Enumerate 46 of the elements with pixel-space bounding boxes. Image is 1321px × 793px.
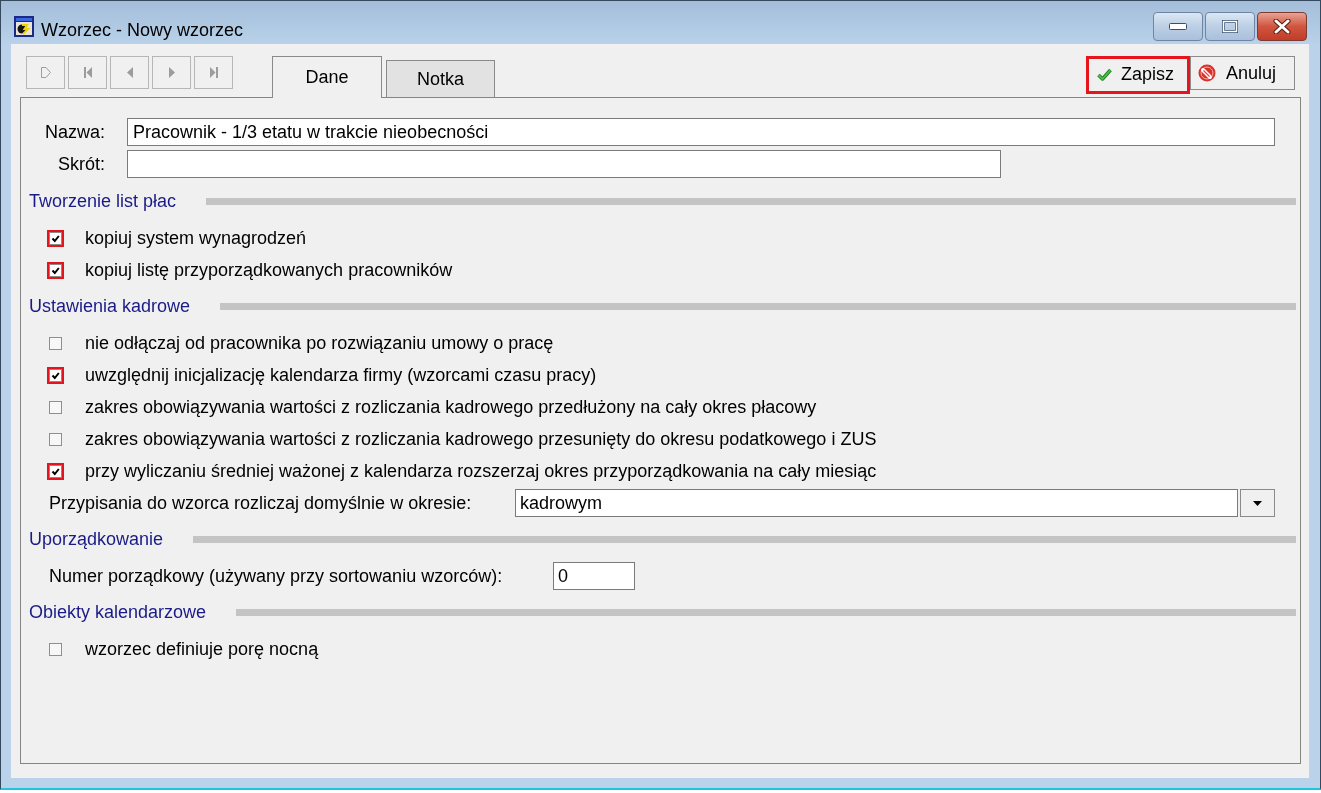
checkbox-label: kopiuj listę przyporządkowanych pracowników	[85, 259, 453, 281]
tab[interactable]: Notka	[386, 60, 495, 97]
dropdown-field[interactable]: kadrowym	[515, 489, 1238, 517]
field-label: Numer porządkowy (używany przy sortowaniu wzorców):	[49, 565, 504, 587]
checkbox[interactable]	[49, 336, 62, 350]
text-field[interactable]: Pracownik - 1/3 etatu w trakcie nieobecności	[127, 118, 1275, 146]
checkbox[interactable]	[47, 229, 64, 247]
field-label: Skrót:	[57, 153, 105, 175]
field-label: Nazwa:	[43, 121, 105, 143]
close-icon	[1273, 19, 1291, 34]
first-button[interactable]	[68, 56, 107, 89]
cancel-button[interactable]: Anuluj	[1190, 56, 1295, 90]
app-icon	[14, 16, 34, 37]
checkbox[interactable]	[49, 432, 62, 446]
check-icon	[1097, 67, 1112, 81]
field-label: Przypisania do wzorca rozliczaj domyślnie w okresie:	[49, 492, 473, 514]
section-title: Ustawienia kadrowe	[29, 295, 191, 317]
checkbox-label: zakres obowiązywania wartości z rozliczania kadrowego przesunięty do okresu podatkowego i ZUS	[85, 428, 877, 450]
last-button[interactable]	[194, 56, 233, 89]
section-title: Obiekty kalendarzowe	[29, 601, 207, 623]
checkbox-label: nie odłączaj od pracownika po rozwiązaniu umowy o pracę	[85, 332, 554, 354]
tab[interactable]: Dane	[272, 56, 382, 98]
section-title: Uporządkowanie	[29, 528, 164, 550]
checkbox-label: przy wyliczaniu średniej ważonej z kalendarza rozszerzaj okres przyporządkowania na cały miesiąc	[85, 460, 877, 482]
section-title: Tworzenie list płac	[29, 190, 177, 212]
maximize-icon	[1222, 20, 1238, 33]
checkbox-label: kopiuj system wynagrodzeń	[85, 227, 307, 249]
number-field[interactable]: 0	[553, 562, 635, 590]
checkbox-label: zakres obowiązywania wartości z rozliczania kadrowego przedłużony na cały okres płacowy	[85, 396, 817, 418]
save-button[interactable]: Zapisz	[1086, 56, 1190, 94]
minimize-button[interactable]	[1153, 12, 1203, 41]
prohibition-icon	[1198, 64, 1216, 82]
checkbox[interactable]	[47, 261, 64, 279]
maximize-button[interactable]	[1205, 12, 1255, 41]
window-title: Wzorzec - Nowy wzorzec	[41, 19, 244, 41]
checkbox[interactable]	[47, 366, 64, 384]
dropdown-button[interactable]	[1240, 489, 1275, 517]
checkbox-label: uwzględnij inicjalizację kalendarza firmy (wzorcami czasu pracy)	[85, 364, 597, 386]
checkbox-label: wzorzec definiuje porę nocną	[85, 638, 319, 660]
caret-icon	[1253, 500, 1262, 506]
checkbox[interactable]	[49, 400, 62, 414]
checkbox[interactable]	[47, 462, 64, 480]
close-button[interactable]	[1257, 12, 1307, 41]
minimize-icon	[1169, 23, 1187, 30]
checkbox[interactable]	[49, 642, 62, 656]
text-field[interactable]	[127, 150, 1001, 178]
